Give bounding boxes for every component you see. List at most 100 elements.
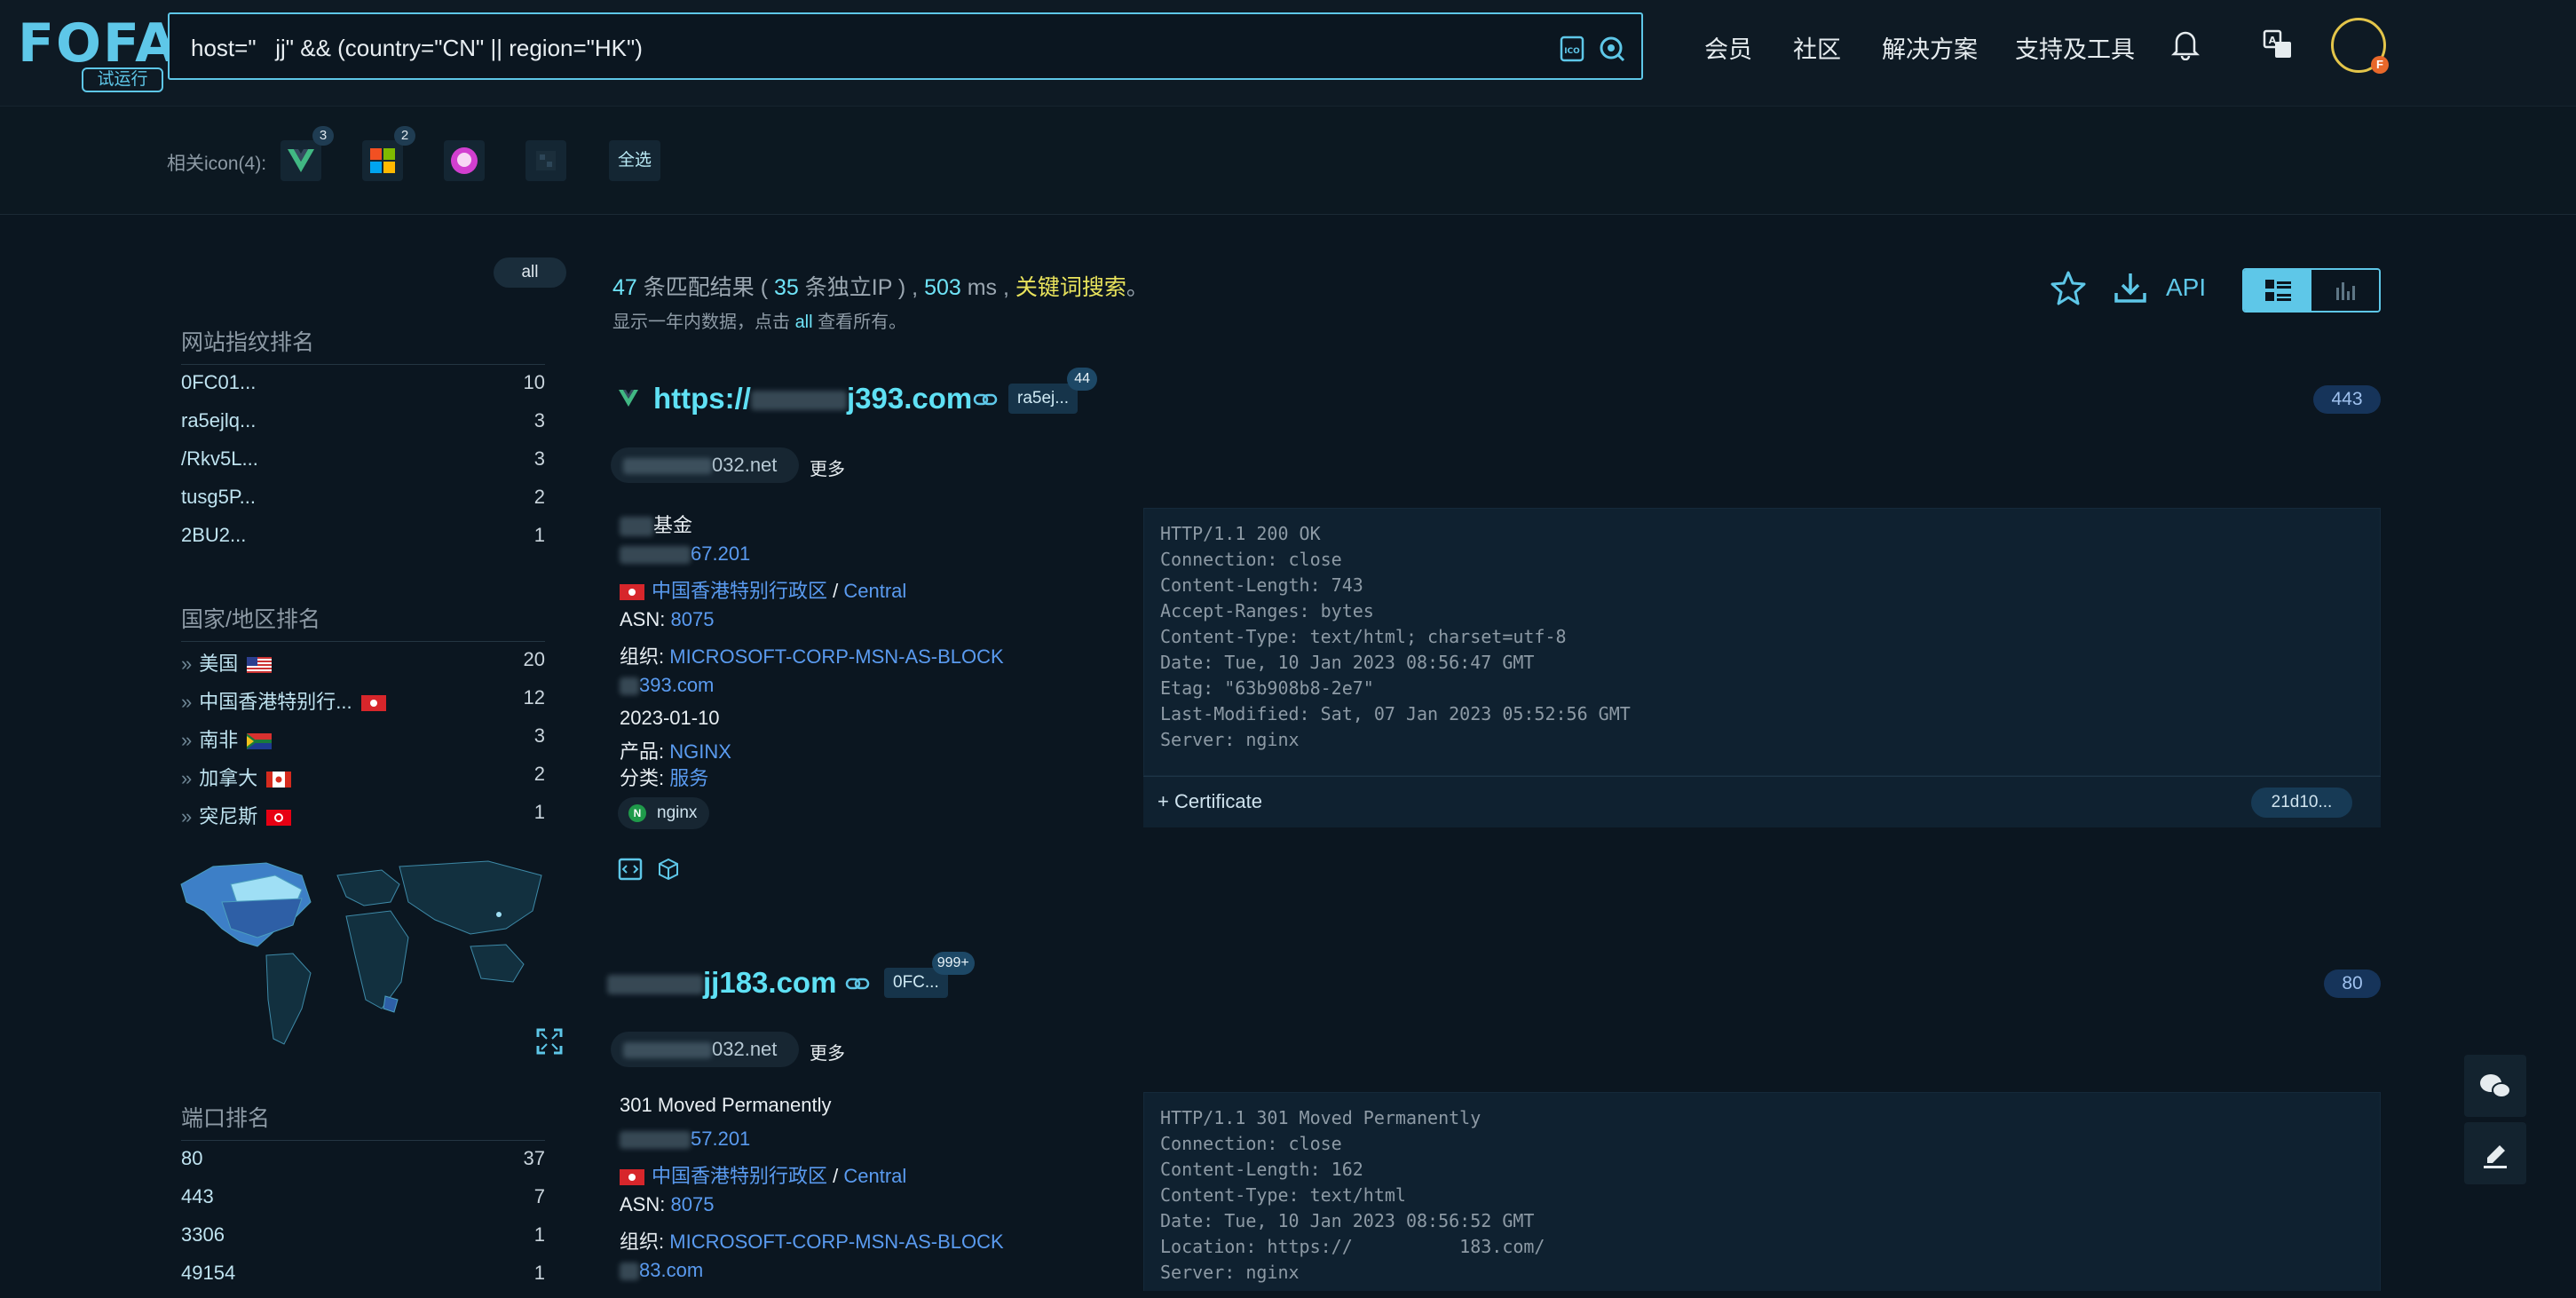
fingerprint-count: 2: [533, 486, 545, 508]
ip-text: 条独立IP ) ,: [804, 275, 919, 300]
result-title-link[interactable]: jj183.com: [607, 966, 836, 1000]
nav-membership[interactable]: 会员: [1704, 30, 1752, 65]
select-all-button[interactable]: 全选: [609, 140, 660, 181]
api-link[interactable]: API: [2166, 273, 2206, 302]
ip-address[interactable]: 57.201: [620, 1128, 750, 1151]
title-suffix: j393.com: [846, 382, 973, 415]
wechat-button[interactable]: [2464, 1055, 2526, 1117]
port-item[interactable]: 3306 1: [181, 1223, 545, 1250]
port-badge[interactable]: 80: [2324, 970, 2381, 998]
category-link[interactable]: 服务: [669, 767, 708, 789]
certificate-toggle[interactable]: + Certificate: [1158, 790, 1262, 813]
tn-flag-icon: [266, 810, 292, 827]
location-city-link[interactable]: Central: [843, 580, 906, 602]
fingerprint-item[interactable]: ra5ejlq... 3: [181, 409, 545, 436]
certificate-hash[interactable]: 21d10...: [2251, 788, 2352, 818]
list-view-button[interactable]: [2244, 270, 2311, 311]
country-label: 突尼斯: [199, 805, 258, 827]
product-link[interactable]: NGINX: [669, 740, 731, 763]
port-item[interactable]: 49154 1: [181, 1262, 545, 1288]
country-item[interactable]: » 中国香港特别行... 12: [181, 686, 545, 713]
country-count: 20: [523, 648, 545, 670]
more-link[interactable]: 更多: [810, 455, 845, 480]
windows-icon[interactable]: 2: [362, 126, 415, 181]
fingerprint-label: ra5ejlq...: [181, 409, 257, 431]
title-prefix: https://: [653, 382, 751, 415]
all-filter-button[interactable]: all: [494, 257, 566, 288]
domain-chip[interactable]: 032.net: [611, 447, 799, 483]
org-link[interactable]: MICROSOFT-CORP-MSN-AS-BLOCK: [669, 1231, 1003, 1253]
keyword-search-link[interactable]: 关键词搜索: [1015, 275, 1126, 300]
logo-text: FOFA: [18, 12, 178, 75]
note-text: 显示一年内数据，点击: [612, 313, 790, 332]
more-link[interactable]: 更多: [810, 1039, 845, 1065]
search-icon[interactable]: [1597, 34, 1627, 64]
fullscreen-icon[interactable]: [536, 1028, 563, 1055]
avatar[interactable]: F: [2331, 18, 2389, 74]
fingerprint-tag[interactable]: 0FC... 999+: [884, 952, 975, 998]
show-all-link[interactable]: all: [795, 313, 813, 332]
country-item[interactable]: » 加拿大 2: [181, 763, 545, 789]
wechat-icon: [2480, 1074, 2511, 1098]
port-badge[interactable]: 443: [2313, 385, 2381, 414]
fofa-logo[interactable]: FOFA 试运行: [18, 12, 177, 92]
tag-label: ra5ej...: [1017, 389, 1070, 408]
dark-tile-icon[interactable]: [525, 140, 566, 181]
nginx-badge[interactable]: Nnginx: [618, 797, 710, 829]
link-icon[interactable]: [973, 391, 998, 408]
image-search-icon[interactable]: ICO: [1558, 34, 1588, 64]
link-icon[interactable]: [845, 975, 870, 993]
feedback-button[interactable]: [2464, 1122, 2526, 1184]
product-row: 产品: NGINX: [620, 736, 731, 764]
location-region-link[interactable]: 中国香港特别行政区: [652, 580, 827, 602]
asn-label: ASN:: [620, 1193, 666, 1215]
country-item[interactable]: » 美国 20: [181, 648, 545, 675]
query-time: 503: [924, 275, 961, 300]
certificate-row[interactable]: + Certificate 21d10...: [1143, 776, 2381, 827]
host-row[interactable]: 83.com: [620, 1259, 703, 1282]
chevron-right-icon: »: [181, 729, 193, 751]
country-title: 国家/地区排名: [181, 607, 320, 632]
search-input[interactable]: [191, 30, 1522, 66]
nav-community[interactable]: 社区: [1793, 30, 1841, 65]
ip-address[interactable]: 67.201: [620, 542, 750, 566]
ip-suffix: 67.201: [691, 542, 751, 565]
country-item[interactable]: » 南非 3: [181, 724, 545, 751]
cube-icon[interactable]: [657, 858, 680, 881]
asn-link[interactable]: 8075: [670, 608, 714, 630]
code-icon[interactable]: [618, 858, 643, 881]
star-icon[interactable]: [2051, 270, 2086, 305]
avatar-badge: F: [2371, 56, 2389, 74]
location-city-link[interactable]: Central: [843, 1165, 906, 1187]
nav-support-tools[interactable]: 支持及工具: [2015, 30, 2135, 65]
location-region-link[interactable]: 中国香港特别行政区: [652, 1165, 827, 1187]
download-icon[interactable]: [2113, 270, 2148, 305]
country-item[interactable]: » 突尼斯 1: [181, 801, 545, 827]
translate-icon[interactable]: A: [2262, 28, 2294, 60]
http-header-text: HTTP/1.1 200 OK Connection: close Conten…: [1160, 523, 1631, 750]
result-title-link[interactable]: https:// j393.com: [653, 382, 972, 416]
fingerprint-item[interactable]: tusg5P... 2: [181, 486, 545, 512]
edit-icon: [2484, 1145, 2507, 1168]
nav-solutions[interactable]: 解决方案: [1882, 30, 1978, 65]
asn-link[interactable]: 8075: [670, 1193, 714, 1215]
note-text-end: 查看所有。: [818, 313, 907, 332]
port-item[interactable]: 443 7: [181, 1185, 545, 1212]
fingerprint-item[interactable]: 0FC01... 10: [181, 371, 545, 398]
vue-icon[interactable]: 3: [281, 126, 334, 181]
port-count: 1: [533, 1262, 545, 1284]
chart-view-button[interactable]: [2311, 270, 2379, 311]
org-link[interactable]: MICROSOFT-CORP-MSN-AS-BLOCK: [669, 645, 1003, 668]
unicorn-icon[interactable]: [444, 140, 485, 181]
host-row[interactable]: 393.com: [620, 674, 714, 697]
fingerprint-item[interactable]: 2BU2... 1: [181, 524, 545, 550]
world-map[interactable]: [169, 849, 568, 1062]
bell-icon[interactable]: [2170, 28, 2201, 61]
port-item[interactable]: 80 37: [181, 1147, 545, 1174]
fingerprint-item[interactable]: /Rkv5L... 3: [181, 447, 545, 474]
chevron-right-icon: »: [181, 691, 193, 713]
domain-chip[interactable]: 032.net: [611, 1032, 799, 1067]
fingerprint-title: 网站指纹排名: [181, 330, 315, 355]
fingerprint-tag[interactable]: ra5ej... 44: [1008, 368, 1098, 414]
org-label: 组织:: [620, 1231, 665, 1253]
